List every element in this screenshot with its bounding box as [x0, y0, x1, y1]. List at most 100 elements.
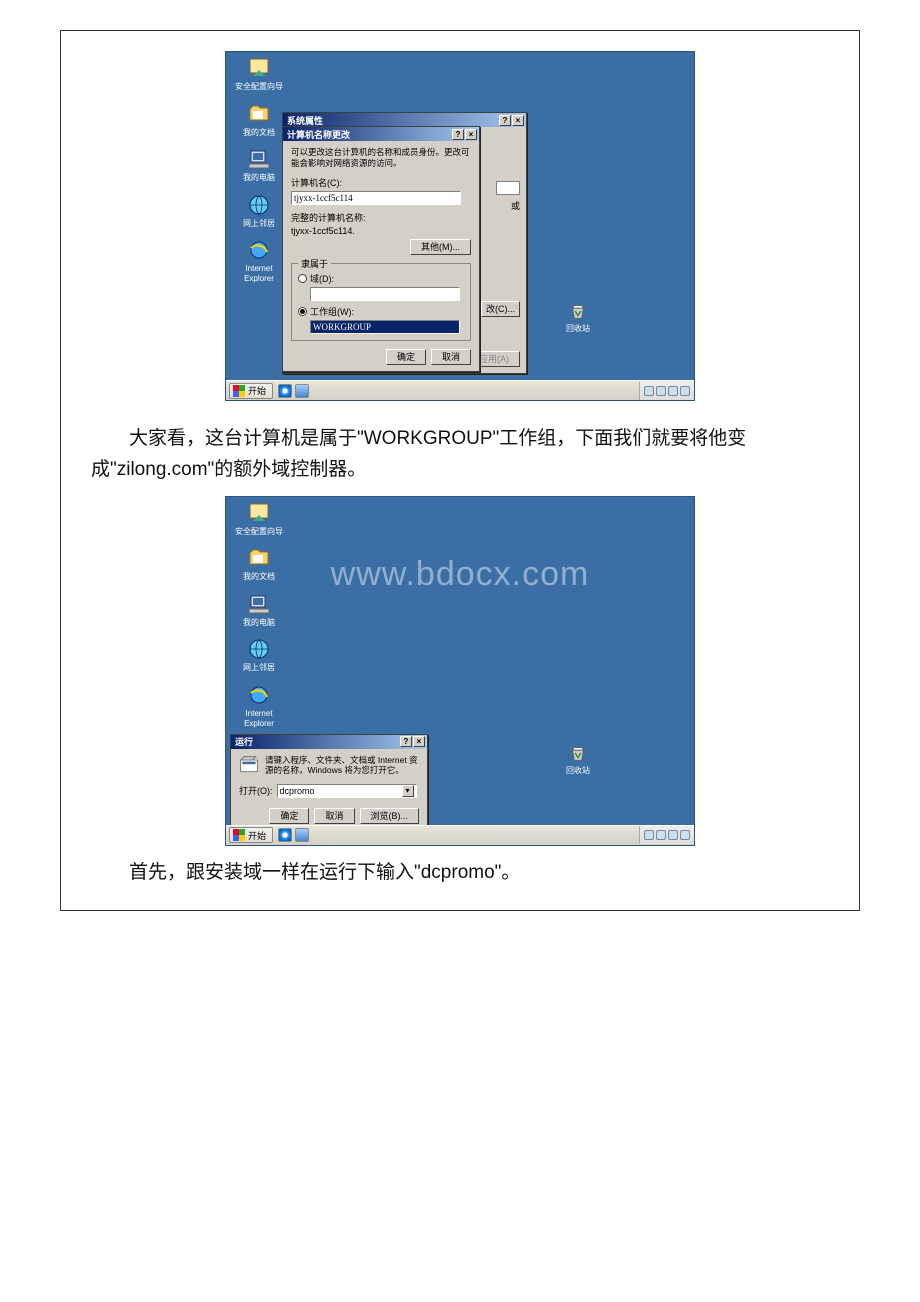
cnc-ok-button[interactable]: 确定: [386, 349, 426, 365]
icon-my-computer[interactable]: 我的电脑: [230, 592, 288, 628]
start-button[interactable]: 开始: [229, 383, 273, 399]
tray-icon[interactable]: [656, 830, 666, 840]
cnc-cancel-button[interactable]: 取消: [431, 349, 471, 365]
run-browse-button[interactable]: 浏览(B)...: [360, 808, 420, 824]
system-tray: [639, 826, 694, 844]
sysprops-field-peek: [496, 181, 520, 195]
run-open-value: dcpromo: [280, 786, 315, 796]
workgroup-radio-label: 工作组(W):: [310, 305, 354, 318]
windows-flag-icon: [233, 829, 245, 841]
icon-my-docs-label: 我的文档: [230, 128, 288, 138]
computer-name-input[interactable]: [291, 191, 461, 205]
tray-icon[interactable]: [680, 386, 690, 396]
membership-legend: 隶属于: [298, 257, 331, 270]
close-button[interactable]: ×: [413, 736, 425, 747]
computer-icon: [247, 592, 271, 616]
cnc-hint: 可以更改这台计算机的名称和成员身份。更改可能会影响对网络资源的访问。: [291, 147, 471, 168]
paragraph-2: 首先，跟安装域一样在运行下输入"dcpromo"。: [91, 858, 829, 888]
help-button[interactable]: ?: [400, 736, 412, 747]
icon-network-label: 网上邻居: [230, 219, 288, 229]
screenshot-run: 安全配置向导 我的文档 我的电脑 网上邻居: [225, 496, 695, 846]
start-button[interactable]: 开始: [229, 827, 273, 843]
quicklaunch-desktop[interactable]: [295, 384, 309, 398]
icon-my-docs[interactable]: 我的文档: [230, 102, 288, 138]
cnc-fullname-label: 完整的计算机名称:: [291, 211, 471, 224]
more-button[interactable]: 其他(M)...: [410, 239, 471, 255]
folder-icon: [247, 102, 271, 126]
start-label: 开始: [248, 829, 266, 842]
help-button[interactable]: ?: [499, 115, 511, 126]
icon-ie-label: Internet Explorer: [230, 709, 288, 728]
close-button[interactable]: ×: [512, 115, 524, 126]
paragraph-1: 大家看，这台计算机是属于"WORKGROUP"工作组，下面我们就要将他变成"zi…: [91, 423, 829, 486]
sysprops-title: 系统属性: [287, 114, 498, 127]
wizard-icon: [247, 501, 271, 525]
ie-icon: [247, 683, 271, 707]
icon-recycle-bin-label: 回收站: [566, 766, 590, 775]
tray-icon[interactable]: [668, 830, 678, 840]
run-open-input[interactable]: dcpromo ▾: [277, 784, 417, 798]
help-button[interactable]: ?: [452, 129, 464, 140]
domain-radio[interactable]: [298, 274, 307, 283]
quicklaunch-desktop[interactable]: [295, 828, 309, 842]
taskbar: 开始: [226, 380, 694, 400]
icon-recycle-bin-label: 回收站: [566, 324, 590, 333]
icon-my-computer[interactable]: 我的电脑: [230, 147, 288, 183]
screenshot-sysprops: 安全配置向导 我的文档 我的电脑 网上邻居: [225, 51, 695, 401]
cnc-name-label: 计算机名(C):: [291, 176, 471, 189]
run-cancel-button[interactable]: 取消: [314, 808, 354, 824]
quicklaunch-ie[interactable]: [278, 384, 292, 398]
tray-icon[interactable]: [680, 830, 690, 840]
computer-icon: [247, 147, 271, 171]
cnc-fullname-value: tjyxx-1ccf5c114.: [291, 226, 355, 236]
quicklaunch-ie[interactable]: [278, 828, 292, 842]
tray-icon[interactable]: [644, 830, 654, 840]
dialog-computer-name-change: 计算机名称更改 ? × 可以更改这台计算机的名称和成员身份。更改可能会影响对网络…: [282, 126, 480, 372]
icon-network-label: 网上邻居: [230, 663, 288, 673]
recycle-icon: [567, 300, 589, 322]
wizard-icon: [247, 56, 271, 80]
close-button[interactable]: ×: [465, 129, 477, 140]
watermark-big: www.bdocx.com: [226, 555, 694, 594]
dialog-run: 运行 ? × 请键入程序、文件夹、文档或 Internet 资源的名称，Wind…: [230, 734, 428, 831]
domain-radio-label: 域(D):: [310, 272, 334, 285]
icon-network[interactable]: 网上邻居: [230, 193, 288, 229]
domain-input[interactable]: [310, 287, 460, 301]
icon-security-wizard[interactable]: 安全配置向导: [230, 56, 288, 92]
icon-security-wizard-label: 安全配置向导: [230, 527, 288, 537]
folder-icon: [247, 546, 271, 570]
ie-icon: [247, 238, 271, 262]
icon-ie-label: Internet Explorer: [230, 264, 288, 283]
icon-security-wizard[interactable]: 安全配置向导: [230, 501, 288, 537]
document-frame: 安全配置向导 我的文档 我的电脑 网上邻居: [60, 30, 860, 911]
tray-icon[interactable]: [656, 386, 666, 396]
run-open-label: 打开(O):: [239, 784, 273, 797]
cnc-title: 计算机名称更改: [287, 128, 451, 141]
run-hint: 请键入程序、文件夹、文档或 Internet 资源的名称，Windows 将为您…: [265, 755, 419, 776]
system-tray: [639, 382, 694, 400]
icon-my-computer-label: 我的电脑: [230, 618, 288, 628]
network-icon: [247, 193, 271, 217]
run-ok-button[interactable]: 确定: [269, 808, 309, 824]
icon-my-docs-label: 我的文档: [230, 572, 288, 582]
icon-ie[interactable]: Internet Explorer: [230, 238, 288, 283]
network-icon: [247, 637, 271, 661]
start-label: 开始: [248, 384, 266, 397]
workgroup-radio[interactable]: [298, 307, 307, 316]
sysprops-ext-label: 或: [511, 199, 520, 212]
icon-security-wizard-label: 安全配置向导: [230, 82, 288, 92]
workgroup-input[interactable]: [310, 320, 460, 334]
icon-ie[interactable]: Internet Explorer: [230, 683, 288, 728]
chevron-down-icon[interactable]: ▾: [402, 785, 414, 797]
tray-icon[interactable]: [644, 386, 654, 396]
taskbar: 开始: [226, 825, 694, 845]
icon-recycle-bin[interactable]: 回收站: [558, 742, 598, 776]
icon-my-docs[interactable]: 我的文档: [230, 546, 288, 582]
icon-recycle-bin[interactable]: 回收站: [558, 300, 598, 334]
recycle-icon: [567, 742, 589, 764]
change-button[interactable]: 改(C)...: [481, 301, 520, 317]
tray-icon[interactable]: [668, 386, 678, 396]
run-app-icon: [239, 755, 259, 775]
icon-network[interactable]: 网上邻居: [230, 637, 288, 673]
windows-flag-icon: [233, 385, 245, 397]
